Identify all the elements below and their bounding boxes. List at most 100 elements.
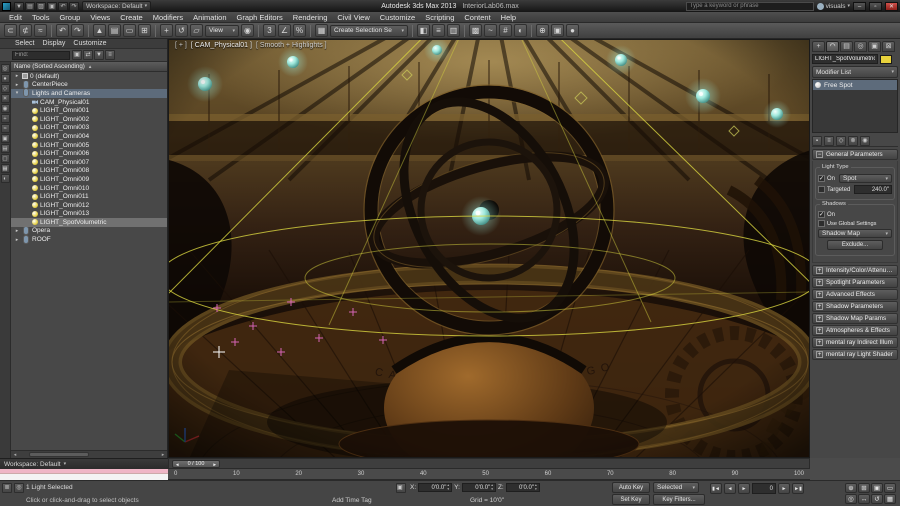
stack-item-free-spot[interactable]: Free Spot: [813, 80, 897, 90]
shadows-on-checkbox[interactable]: [818, 211, 825, 218]
current-frame-field[interactable]: 0: [752, 483, 776, 494]
menu-group[interactable]: Group: [54, 12, 85, 22]
time-slider-handle[interactable]: ◄ 0 / 100 ►: [172, 460, 220, 468]
redo-icon[interactable]: ↷: [69, 1, 79, 11]
explorer-menu-display[interactable]: Display: [39, 40, 68, 47]
show-containers-icon[interactable]: ▦: [0, 164, 10, 173]
tree-row-light-omni005[interactable]: LIGHT_Omni005: [11, 141, 167, 150]
align-icon[interactable]: ≡: [432, 24, 445, 37]
tab-modify-icon[interactable]: ◠: [826, 40, 839, 52]
tree-row-centerpiece[interactable]: ▸ CenterPiece: [11, 80, 167, 90]
coord-field-1[interactable]: 0'0.0" ▴ ▾: [461, 483, 496, 492]
menu-create[interactable]: Create: [115, 12, 148, 22]
tree-row-light-omni003[interactable]: LIGHT_Omni003: [11, 124, 167, 133]
object-name-field[interactable]: [812, 54, 878, 64]
orbit-icon[interactable]: ↺: [871, 494, 883, 504]
material-editor-icon[interactable]: ◐: [514, 24, 527, 37]
spinner-icon[interactable]: ▴ ▾: [535, 483, 537, 491]
explorer-search-input[interactable]: [12, 50, 70, 60]
coord-field-0[interactable]: 0'0.0" ▴ ▾: [418, 483, 453, 492]
menu-modifiers[interactable]: Modifiers: [148, 12, 188, 22]
use-pivot-center-icon[interactable]: ◉: [241, 24, 254, 37]
show-cameras-icon[interactable]: ◉: [0, 104, 10, 113]
rollout-intensity-color-attenuation[interactable]: + Intensity/Color/Attenuation: [812, 265, 898, 276]
selection-set-dropdown[interactable]: Create Selection Se ▾: [330, 24, 408, 37]
show-end-result-icon[interactable]: ≡: [824, 135, 834, 146]
light-type-dropdown[interactable]: Spot ▾: [839, 174, 892, 183]
redo-icon[interactable]: ↷: [71, 24, 84, 37]
configure-modifier-sets-icon[interactable]: ◉: [860, 135, 870, 146]
snaps-toggle-icon[interactable]: 3: [263, 24, 276, 37]
window-crossing-icon[interactable]: ⊞: [138, 24, 151, 37]
rollout-mental-ray-indirect-illum[interactable]: + mental ray Indirect Illum: [812, 337, 898, 348]
show-bones-icon[interactable]: ▢: [0, 154, 10, 163]
tree-row-light-omni006[interactable]: LIGHT_Omni006: [11, 149, 167, 158]
tree-row-0-default[interactable]: ▸ 0 (default): [11, 72, 167, 81]
rollout-shadow-parameters[interactable]: + Shadow Parameters: [812, 301, 898, 312]
menu-rendering[interactable]: Rendering: [288, 12, 333, 22]
new-scene-icon[interactable]: ▤: [25, 1, 35, 11]
frame-forward-icon[interactable]: ►: [213, 462, 217, 467]
show-geometry-icon[interactable]: ●: [0, 74, 10, 83]
mirror-icon[interactable]: ◧: [417, 24, 430, 37]
rendered-frame-icon[interactable]: ▣: [551, 24, 564, 37]
angle-snap-icon[interactable]: ∠: [278, 24, 291, 37]
tree-row-light-omni001[interactable]: LIGHT_Omni001: [11, 106, 167, 115]
explorer-h-scrollbar[interactable]: ◂ ▸: [11, 450, 167, 458]
maximize-button[interactable]: ▫: [869, 1, 882, 11]
target-distance-field[interactable]: 240.0": [854, 185, 892, 194]
undo-icon[interactable]: ↶: [58, 1, 68, 11]
select-and-scale-icon[interactable]: ▱: [190, 24, 203, 37]
tab-hierarchy-icon[interactable]: ▤: [840, 40, 853, 52]
shadow-type-dropdown[interactable]: Shadow Map ▾: [818, 229, 892, 238]
object-color-swatch[interactable]: [880, 54, 892, 64]
expand-arrow-icon[interactable]: ▾: [14, 90, 20, 96]
menu-graph-editors[interactable]: Graph Editors: [232, 12, 288, 22]
tab-motion-icon[interactable]: ◎: [854, 40, 867, 52]
reference-coordinate-dropdown[interactable]: View ▾: [205, 24, 239, 37]
named-selection-sets-icon[interactable]: ▦: [315, 24, 328, 37]
show-all-icon[interactable]: ◎: [0, 64, 10, 73]
tree-row-cam-physical01[interactable]: CAM_Physical01: [11, 98, 167, 107]
pin-stack-icon[interactable]: ▪: [812, 135, 822, 146]
help-search-input[interactable]: [685, 1, 814, 11]
expand-arrow-icon[interactable]: ▸: [14, 237, 20, 243]
explorer-menu-select[interactable]: Select: [12, 40, 37, 47]
field-of-view-icon[interactable]: ◎: [845, 494, 857, 504]
select-and-move-icon[interactable]: +: [160, 24, 173, 37]
show-spacewarps-icon[interactable]: ≈: [0, 124, 10, 133]
targeted-checkbox[interactable]: [818, 186, 825, 193]
tree-row-light-omni013[interactable]: LIGHT_Omni013: [11, 210, 167, 219]
expand-arrow-icon[interactable]: ▸: [14, 228, 20, 234]
spinner-icon[interactable]: ▴ ▾: [447, 483, 449, 491]
go-to-end-icon[interactable]: ►▮: [792, 483, 804, 494]
viewport-pov-label[interactable]: [ CAM_Physical01 ]: [191, 42, 252, 49]
zoom-all-icon[interactable]: ⊞: [858, 483, 870, 493]
select-and-rotate-icon[interactable]: ↺: [175, 24, 188, 37]
track-bar[interactable]: 0 10 20 30 40 50 60 70 80 90 100: [168, 469, 810, 480]
tree-row-light-omni009[interactable]: LIGHT_Omni009: [11, 175, 167, 184]
viewport-shading-label[interactable]: [ Smooth + Highlights ]: [256, 42, 327, 49]
menu-scripting[interactable]: Scripting: [420, 12, 459, 22]
open-file-icon[interactable]: ▨: [36, 1, 46, 11]
pan-icon[interactable]: ↔: [858, 494, 870, 504]
expand-arrow-icon[interactable]: ▸: [14, 82, 20, 88]
menu-help[interactable]: Help: [496, 12, 521, 22]
modifier-list-dropdown[interactable]: Modifier List ▾: [812, 66, 898, 78]
show-lights-icon[interactable]: ☀: [0, 94, 10, 103]
show-groups-icon[interactable]: ▣: [0, 134, 10, 143]
make-unique-icon[interactable]: ◇: [836, 135, 846, 146]
rollout-atmospheres-effects[interactable]: + Atmospheres & Effects: [812, 325, 898, 336]
coord-field-2[interactable]: 0'0.0" ▴ ▾: [505, 483, 540, 492]
go-to-start-icon[interactable]: ▮◄: [710, 483, 722, 494]
scrollbar-thumb[interactable]: [29, 452, 89, 457]
workspace-bar[interactable]: Workspace: Default ▾: [0, 458, 168, 469]
show-helpers-icon[interactable]: +: [0, 114, 10, 123]
tree-row-light-omni008[interactable]: LIGHT_Omni008: [11, 167, 167, 176]
tree-row-lights-and-cameras[interactable]: ▾ Lights and Cameras: [11, 89, 167, 98]
spinner-icon[interactable]: ▴ ▾: [491, 483, 493, 491]
next-frame-icon[interactable]: ►: [778, 483, 790, 494]
menu-content[interactable]: Content: [459, 12, 495, 22]
auto-key-button[interactable]: Auto Key: [612, 482, 650, 493]
close-button[interactable]: ✕: [885, 1, 898, 11]
